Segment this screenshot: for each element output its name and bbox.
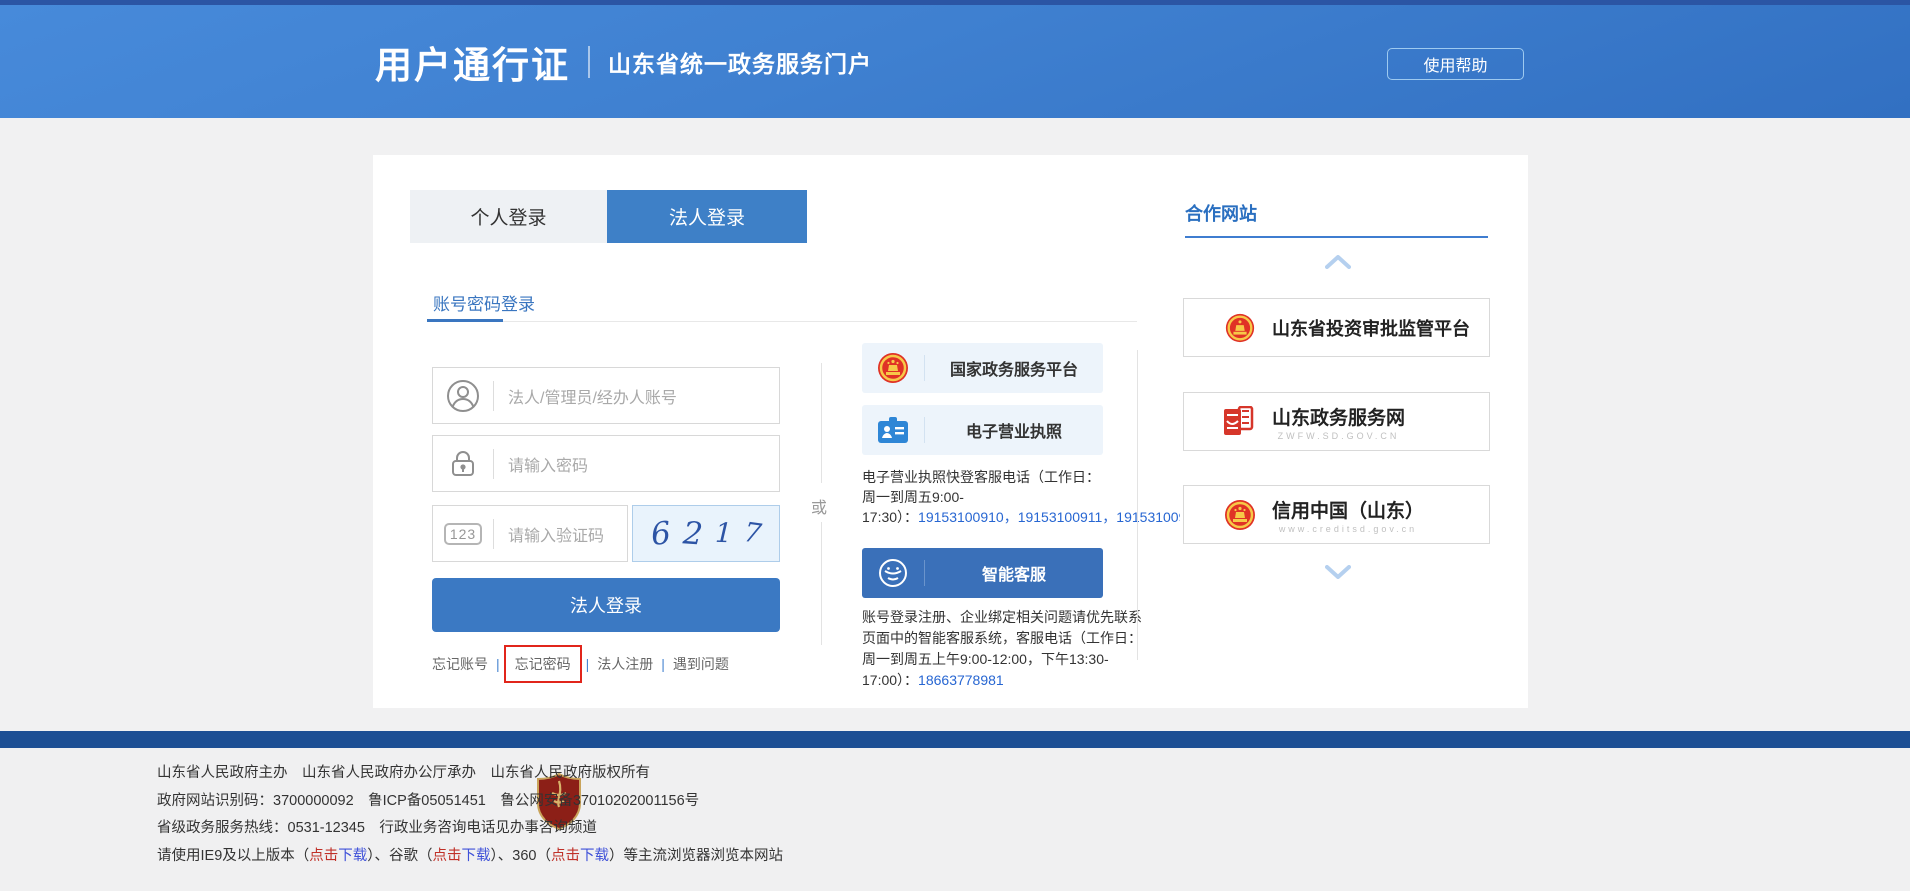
hotline-line3: 17:30）：19153100910，19153100911，191531009…	[862, 507, 1180, 527]
captcha-digit: 1	[714, 518, 732, 550]
robot-headset-icon	[862, 556, 924, 590]
partner-sites-title: 合作网站	[1185, 200, 1257, 226]
legal-login-submit-button[interactable]: 法人登录	[432, 578, 780, 632]
footer-line-browser: 请使用IE9及以上版本（点击下载）、谷歌（点击下载）、360（点击下载）等主流浏…	[157, 843, 783, 871]
national-emblem-icon	[1216, 312, 1264, 344]
partner-site-name: 山东省投资审批监管平台	[1272, 315, 1470, 341]
captcha-digit: 6	[649, 515, 672, 553]
legal-register-link[interactable]: 法人注册	[597, 654, 653, 674]
tab-legal-login[interactable]: 法人登录	[607, 190, 807, 243]
footer-line-sponsor: 山东省人民政府主办 山东省人民政府办公厅承办 山东省人民政府版权所有	[157, 760, 783, 788]
360-download-link[interactable]: 点击下载	[551, 848, 609, 864]
or-divider-line	[821, 363, 822, 483]
field-divider	[493, 519, 494, 549]
national-gov-platform-label: 国家政务服务平台	[925, 356, 1103, 380]
e-license-card-icon	[862, 415, 924, 445]
hotline-line1: 电子营业执照快登客服电话（工作日：	[862, 467, 1192, 487]
captcha-123-icon: 123	[433, 523, 493, 545]
ie-download-link[interactable]: 点击下载	[309, 848, 367, 864]
e-license-hotline-text: 电子营业执照快登客服电话（工作日： 周一到周五9:00- 17:30）：1915…	[862, 467, 1192, 527]
partner-card-shandong-service-net[interactable]: 山东政务服务网 ZWFW.SD.GOV.CN	[1183, 392, 1490, 451]
footer-line-registration: 政府网站识别码：3700000092 鲁ICP备05051451 鲁公网安备37…	[157, 788, 783, 816]
partner-site-url: www.creditsd.gov.cn	[1272, 524, 1424, 534]
national-gov-platform-button[interactable]: 国家政务服务平台	[862, 343, 1103, 393]
partners-divider-line	[1137, 350, 1138, 660]
account-placeholder: 法人/管理员/经办人账号	[508, 384, 677, 408]
account-field[interactable]: 法人/管理员/经办人账号	[432, 367, 780, 424]
e-business-license-label: 电子营业执照	[925, 418, 1103, 442]
lock-icon	[433, 447, 493, 481]
password-placeholder: 请输入密码	[508, 452, 588, 476]
smart-customer-service-button[interactable]: 智能客服	[862, 548, 1103, 598]
captcha-image[interactable]: 6 2 1 7	[632, 505, 780, 562]
captcha-digit: 7	[742, 517, 763, 550]
smart-service-label: 智能客服	[925, 561, 1103, 585]
footer-line-hotline: 省级政务服务热线：0531-12345 行政业务咨询电话见办事咨询频道	[157, 815, 783, 843]
page-subtitle: 山东省统一政务服务门户	[608, 45, 872, 79]
shandong-seal-logo	[1216, 406, 1264, 438]
user-icon	[433, 378, 493, 414]
tab-personal-login[interactable]: 个人登录	[410, 190, 607, 243]
captcha-placeholder: 请输入验证码	[508, 522, 604, 546]
carousel-down-chevron-icon[interactable]	[1325, 565, 1351, 579]
captcha-digit: 2	[682, 515, 704, 552]
hotline-line2: 周一到周五9:00-	[862, 487, 1192, 507]
partner-site-url: ZWFW.SD.GOV.CN	[1272, 431, 1405, 441]
chrome-download-link[interactable]: 点击下载	[433, 848, 491, 864]
forgot-password-link[interactable]: 忘记密码	[515, 656, 571, 672]
method-underline-track	[427, 321, 1137, 322]
page-title: 用户通行证	[375, 35, 570, 89]
or-divider-line	[821, 520, 822, 645]
page-header: 用户通行证 山东省统一政务服务门户 使用帮助	[0, 5, 1910, 118]
or-text: 或	[811, 490, 827, 522]
login-links-row: 忘记账号 | 忘记密码 | 法人注册 | 遇到问题	[432, 645, 729, 683]
field-divider	[493, 449, 494, 479]
smart-service-phone-link[interactable]: 18663778981	[918, 672, 1004, 688]
partner-card-credit-china[interactable]: 信用中国（山东） www.creditsd.gov.cn	[1183, 485, 1490, 544]
help-button[interactable]: 使用帮助	[1387, 48, 1524, 80]
login-card: 个人登录 法人登录 账号密码登录 法人/管理员/经办人账号 请输入密码	[373, 155, 1528, 708]
footer-text-block: 山东省人民政府主办 山东省人民政府办公厅承办 山东省人民政府版权所有 政府网站识…	[157, 760, 783, 870]
footer: 山东省人民政府主办 山东省人民政府办公厅承办 山东省人民政府版权所有 政府网站识…	[0, 748, 1910, 891]
smart-service-note: 账号登录注册、企业绑定相关问题请优先联系页面中的智能客服系统，客服电话（工作日：…	[862, 607, 1147, 691]
national-emblem-icon	[862, 351, 924, 385]
field-divider	[493, 381, 494, 411]
title-divider	[588, 46, 590, 78]
trouble-link[interactable]: 遇到问题	[673, 654, 729, 674]
partner-site-name: 信用中国（山东）	[1272, 496, 1424, 523]
partner-card-investment-platform[interactable]: 山东省投资审批监管平台	[1183, 298, 1490, 357]
brand: 用户通行证 山东省统一政务服务门户	[375, 35, 872, 89]
partner-sites-underline	[1185, 236, 1488, 238]
partner-site-name: 山东政务服务网	[1272, 403, 1405, 430]
footer-accent-bar	[0, 731, 1910, 748]
captcha-field[interactable]: 123 请输入验证码	[432, 505, 628, 562]
method-underline-active	[427, 319, 503, 322]
link-separator: |	[496, 656, 500, 672]
password-field[interactable]: 请输入密码	[432, 435, 780, 492]
e-license-phone-links[interactable]: 19153100910，19153100911，19153100912	[918, 509, 1180, 525]
e-business-license-button[interactable]: 电子营业执照	[862, 405, 1103, 455]
link-separator: |	[661, 656, 665, 672]
carousel-up-chevron-icon[interactable]	[1325, 255, 1351, 269]
forgot-account-link[interactable]: 忘记账号	[432, 654, 488, 674]
national-emblem-icon	[1216, 498, 1264, 532]
method-tab-account-password[interactable]: 账号密码登录	[433, 290, 535, 315]
highlight-box: 忘记密码	[504, 645, 582, 683]
link-separator: |	[586, 656, 590, 672]
